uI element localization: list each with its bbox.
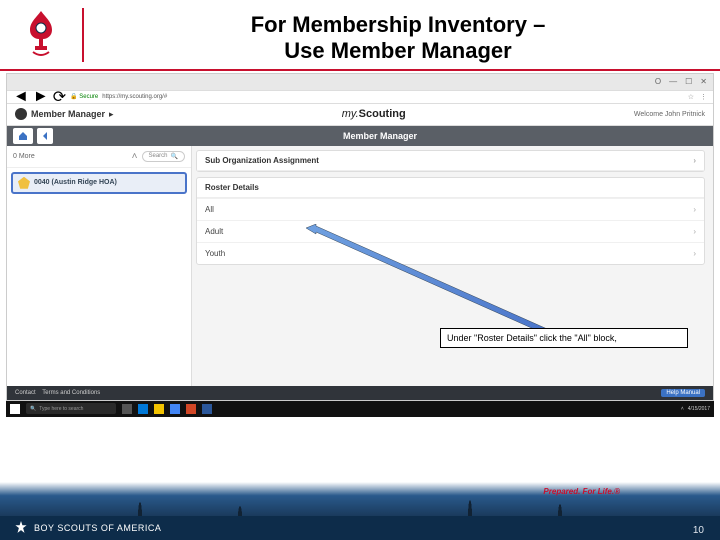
powerpoint-icon[interactable]	[186, 404, 196, 414]
file-explorer-icon[interactable]	[154, 404, 164, 414]
sub-org-block[interactable]: Sub Organization Assignment ›	[196, 150, 705, 172]
slide-title: For Membership Inventory – Use Member Ma…	[92, 8, 704, 65]
sub-org-label: Sub Organization Assignment	[205, 156, 319, 165]
search-icon: 🔍	[30, 406, 36, 412]
tray-up-icon[interactable]: ˄	[681, 406, 684, 412]
window-close-icon[interactable]: ✕	[700, 77, 707, 86]
home-button[interactable]	[13, 128, 33, 144]
footer-terms[interactable]: Terms and Conditions	[42, 390, 100, 396]
title-line-2: Use Member Manager	[92, 38, 704, 64]
page-number: 10	[693, 525, 704, 536]
word-icon[interactable]	[202, 404, 212, 414]
more-count: 0 More	[13, 153, 128, 160]
star-icon[interactable]: ☆	[688, 93, 694, 101]
secure-badge: 🔒 Secure	[70, 93, 98, 100]
org-name: 0040 (Austin Ridge HOA)	[34, 179, 117, 186]
callout-text: Under "Roster Details" click the "All" b…	[447, 333, 617, 343]
app-module-pill[interactable]: Member Manager ▸	[15, 108, 114, 120]
header-divider	[82, 8, 84, 62]
module-label: Member Manager	[31, 109, 105, 119]
fleur-icon	[14, 521, 28, 535]
chrome-icon[interactable]	[170, 404, 180, 414]
url-text[interactable]: https://my.scouting.org/#	[102, 94, 167, 100]
module-avatar-icon	[15, 108, 27, 120]
edge-icon[interactable]	[138, 404, 148, 414]
taskbar-date: 4/15/2017	[688, 406, 710, 412]
home-icon	[18, 131, 28, 141]
start-button[interactable]	[10, 404, 20, 414]
org-tree-header: 0 More ˄ Search 🔍	[7, 146, 191, 168]
subheader-title: Member Manager	[53, 131, 707, 141]
window-min-icon[interactable]: —	[669, 77, 677, 86]
slide-header: For Membership Inventory – Use Member Ma…	[0, 0, 720, 71]
org-search[interactable]: Search 🔍	[142, 151, 186, 162]
nav-reload-icon[interactable]: ⟳	[53, 87, 66, 107]
browser-titlebar: O — ☐ ✕	[7, 74, 713, 90]
roster-details-header: Roster Details	[197, 178, 704, 198]
org-tree-panel: 0 More ˄ Search 🔍 0040 (Austin Ridge HOA…	[7, 146, 192, 386]
roster-row-adult[interactable]: Adult ›	[197, 220, 704, 242]
back-icon	[41, 132, 49, 140]
window-indicator: O	[655, 77, 661, 86]
app-topbar: Member Manager ▸ my.Scouting Welcome Joh…	[7, 104, 713, 126]
app-brand: my.Scouting	[114, 108, 634, 120]
app-content: 0 More ˄ Search 🔍 0040 (Austin Ridge HOA…	[7, 146, 713, 386]
title-line-1: For Membership Inventory –	[92, 12, 704, 38]
search-icon: 🔍	[171, 153, 178, 160]
browser-window: O — ☐ ✕ ◄ ► ⟳ 🔒 Secure https://my.scouti…	[6, 73, 714, 401]
task-view-icon[interactable]	[122, 404, 132, 414]
slide-footer: BOY SCOUTS OF AMERICA	[0, 516, 720, 540]
address-bar: ◄ ► ⟳ 🔒 Secure https://my.scouting.org/#…	[7, 90, 713, 104]
instruction-callout: Under "Roster Details" click the "All" b…	[440, 328, 688, 348]
bsa-fleur-logo	[16, 8, 66, 58]
chevron-right-icon: ›	[693, 227, 696, 236]
search-label: Search	[149, 153, 168, 159]
nav-fwd-icon[interactable]: ►	[33, 88, 49, 106]
details-panel: Sub Organization Assignment › Roster Det…	[192, 146, 713, 386]
pack-badge-icon	[18, 177, 30, 189]
footer-brand-text: BOY SCOUTS OF AMERICA	[34, 523, 161, 533]
roster-details-block: Roster Details All › Adult › Youth ›	[196, 177, 705, 265]
roster-row-youth[interactable]: Youth ›	[197, 242, 704, 264]
roster-row-all[interactable]: All ›	[197, 198, 704, 220]
taskbar-search[interactable]: 🔍 Type here to search	[26, 403, 116, 414]
org-row-selected[interactable]: 0040 (Austin Ridge HOA)	[11, 172, 187, 194]
chevron-right-icon: ›	[693, 249, 696, 258]
footer-contact[interactable]: Contact	[15, 390, 36, 396]
chevron-right-icon: ›	[693, 205, 696, 214]
menu-icon[interactable]: ⋮	[700, 93, 707, 101]
app-footer: Contact Terms and Conditions Help Manual	[7, 386, 713, 400]
windows-taskbar: 🔍 Type here to search ˄ 4/15/2017	[6, 401, 714, 417]
window-max-icon[interactable]: ☐	[685, 77, 692, 86]
roster-youth-label: Youth	[205, 249, 225, 258]
footer-brand: BOY SCOUTS OF AMERICA	[14, 521, 161, 535]
roster-details-label: Roster Details	[205, 183, 259, 192]
chevron-right-icon: ›	[693, 156, 696, 165]
welcome-text: Welcome John Pritnick	[634, 111, 705, 118]
nav-back-icon[interactable]: ◄	[13, 88, 29, 106]
collapse-icon[interactable]: ˄	[132, 151, 138, 162]
roster-all-label: All	[205, 205, 214, 214]
help-manual-button[interactable]: Help Manual	[661, 389, 705, 397]
tagline: Prepared. For Life.®	[543, 487, 620, 496]
roster-adult-label: Adult	[205, 227, 223, 236]
back-button[interactable]	[37, 128, 53, 144]
app-subheader: Member Manager	[7, 126, 713, 146]
